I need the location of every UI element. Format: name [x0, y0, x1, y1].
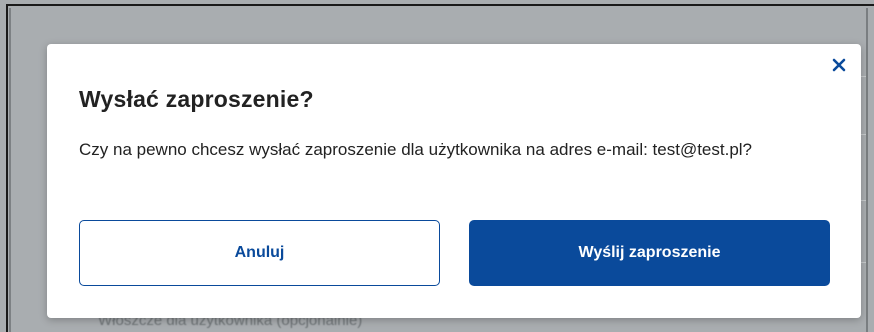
close-icon	[832, 58, 846, 72]
close-button[interactable]	[828, 54, 850, 76]
confirm-invite-dialog: Wysłać zaproszenie? Czy na pewno chcesz …	[47, 44, 861, 318]
send-invitation-button[interactable]: Wyślij zaproszenie	[469, 220, 830, 286]
screen: Włoszcze dla użytkownika (opcjonalnie) W…	[0, 0, 874, 332]
background-card-edge	[866, 8, 868, 332]
dialog-title: Wysłać zaproszenie?	[79, 86, 314, 112]
cancel-button[interactable]: Anuluj	[79, 220, 440, 286]
dialog-message: Czy na pewno chcesz wysłać zaproszenie d…	[79, 140, 753, 159]
background-divider	[9, 8, 11, 332]
